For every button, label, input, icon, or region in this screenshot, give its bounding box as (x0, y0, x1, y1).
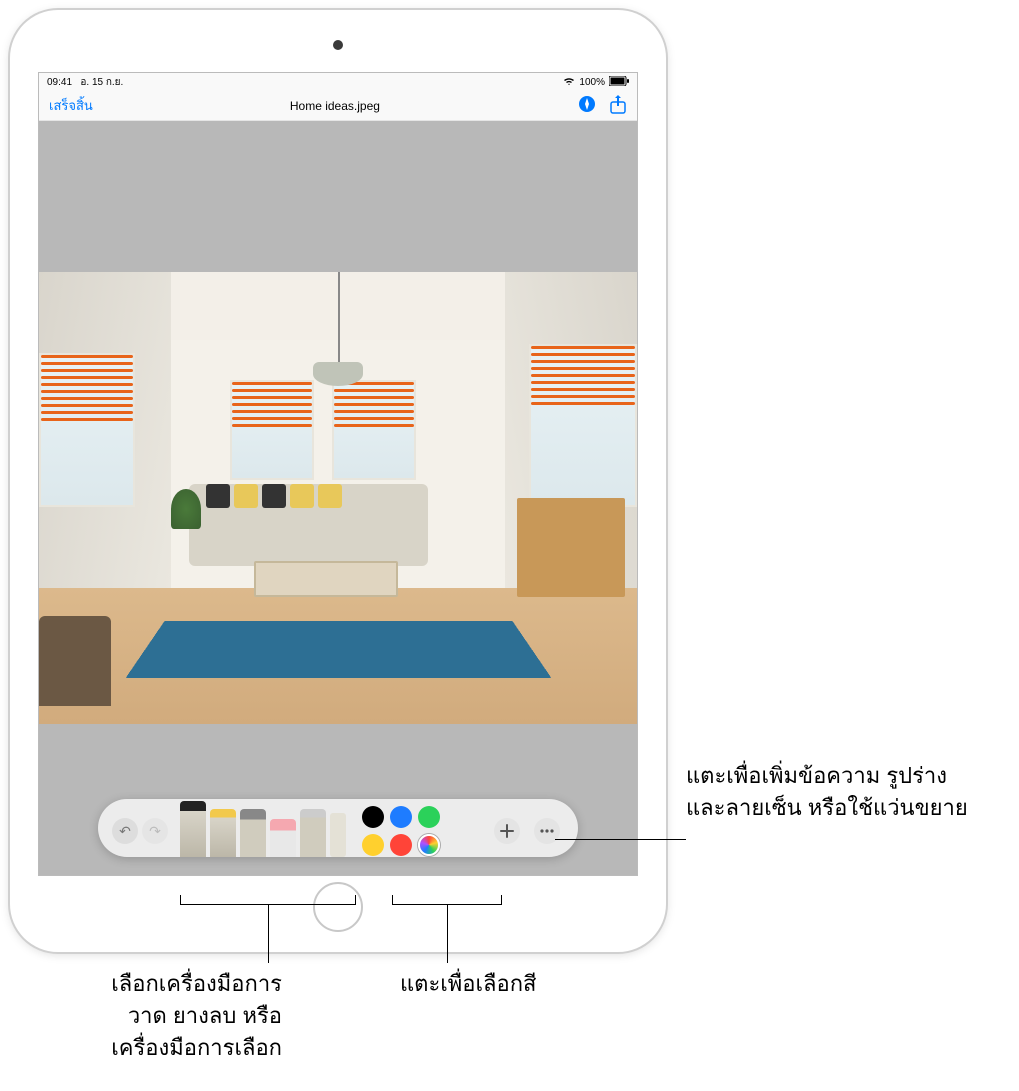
nav-right (577, 94, 627, 117)
markup-toggle-icon[interactable] (577, 94, 597, 117)
photo-table (254, 561, 398, 597)
photo-window-1 (39, 353, 135, 507)
color-black[interactable] (362, 806, 384, 828)
photo-lamp (313, 362, 363, 386)
color-yellow[interactable] (362, 834, 384, 856)
bracket-tools (180, 895, 356, 905)
photo-viewer[interactable] (39, 272, 637, 724)
color-group (362, 806, 440, 856)
photo-plant (171, 489, 201, 529)
ruler-tool[interactable] (330, 813, 346, 857)
done-button[interactable]: เสร็จสิ้น (49, 95, 93, 116)
screen: 09:41 อ. 15 ก.ย. 100% เสร็จสิ้น Home ide… (38, 72, 638, 876)
status-left: 09:41 อ. 15 ก.ย. (47, 75, 123, 90)
status-date: อ. 15 ก.ย. (80, 77, 123, 88)
share-icon[interactable] (609, 94, 627, 117)
pen-tool[interactable] (180, 801, 206, 857)
lasso-tool[interactable] (300, 809, 326, 857)
markup-drawing-2 (232, 382, 312, 431)
markup-drawing-1 (41, 355, 133, 425)
callout-tools: เลือกเครื่องมือการ วาด ยางลบ หรือ เครื่อ… (22, 968, 282, 1064)
photo-window-3 (332, 380, 416, 479)
ipad-camera (333, 40, 343, 50)
photo-window-2 (230, 380, 314, 479)
redo-button[interactable]: ↷ (142, 818, 168, 844)
color-green[interactable] (418, 806, 440, 828)
page-title: Home ideas.jpeg (290, 99, 380, 113)
add-button[interactable] (494, 818, 520, 844)
photo-dresser (517, 498, 625, 597)
markup-toolbar: ↶ ↷ (98, 799, 578, 857)
marker-tool[interactable] (210, 809, 236, 857)
callout-add: แตะเพื่อเพิ่มข้อความ รูปร่าง และลายเซ็น … (686, 760, 968, 824)
battery-text: 100% (579, 77, 605, 88)
ipad-frame: 09:41 อ. 15 ก.ย. 100% เสร็จสิ้น Home ide… (10, 10, 666, 952)
battery-icon (609, 76, 629, 89)
markup-drawing-3 (334, 382, 414, 431)
tool-group (178, 801, 348, 857)
home-button[interactable] (313, 882, 363, 932)
eraser-tool[interactable] (270, 819, 296, 857)
status-bar: 09:41 อ. 15 ก.ย. 100% (39, 73, 637, 91)
photo-rug (125, 621, 551, 679)
leader-line-add (555, 839, 686, 840)
wifi-icon (563, 76, 575, 89)
status-time: 09:41 (47, 77, 72, 88)
color-red[interactable] (390, 834, 412, 856)
bracket-colors (392, 895, 502, 905)
toolbar-end (494, 818, 564, 844)
photo-lamp-cord (338, 272, 340, 362)
leader-line-colors (447, 905, 448, 963)
leader-line-tools (268, 905, 269, 963)
callout-colors: แตะเพื่อเลือกสี (400, 968, 536, 1000)
status-right: 100% (563, 76, 629, 89)
photo-pillows (206, 484, 342, 508)
color-blue[interactable] (390, 806, 412, 828)
nav-bar: เสร็จสิ้น Home ideas.jpeg (39, 91, 637, 121)
markup-drawing-4 (531, 346, 635, 409)
content-area (39, 121, 637, 875)
more-button[interactable] (534, 818, 560, 844)
undo-button[interactable]: ↶ (112, 818, 138, 844)
photo-window-4 (529, 344, 637, 507)
color-picker-icon[interactable] (418, 834, 440, 856)
pencil-tool[interactable] (240, 809, 266, 857)
photo-chair (39, 616, 111, 706)
